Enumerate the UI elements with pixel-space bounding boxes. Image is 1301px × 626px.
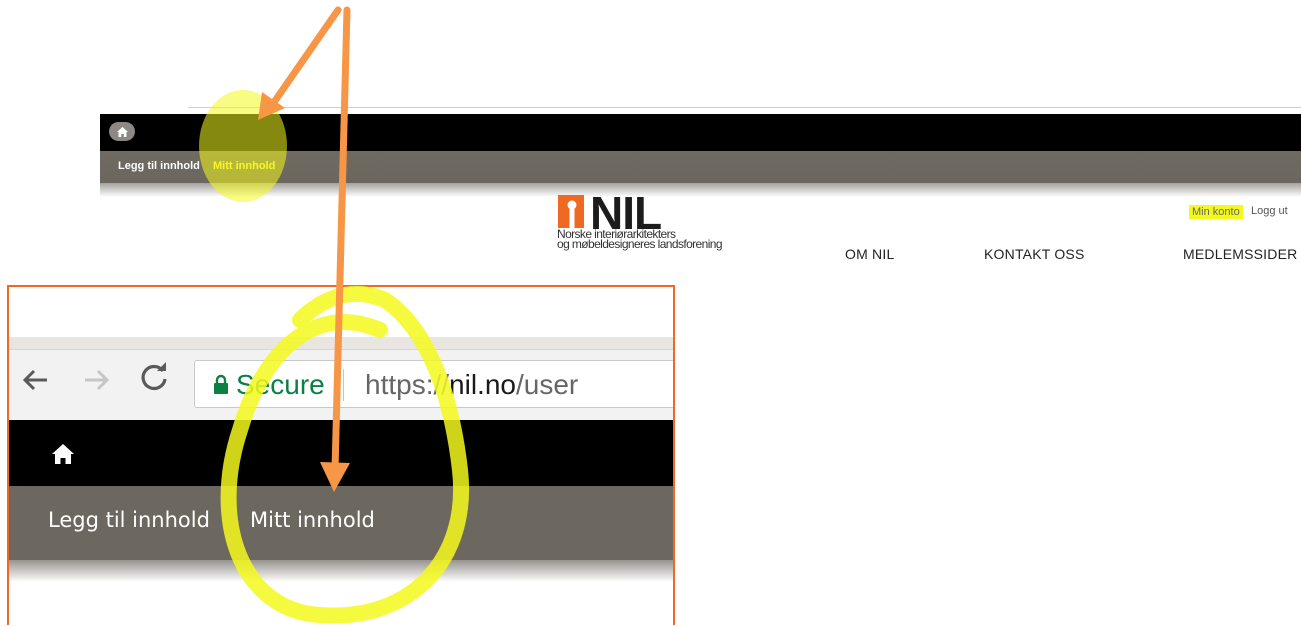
back-arrow-icon[interactable] bbox=[21, 366, 49, 400]
inset-toolbar: Legg til innhold Mitt innhold bbox=[9, 486, 673, 560]
inset-admin-bar bbox=[9, 420, 673, 486]
zoomed-inset: Secure https://nil.no/user Legg til innh… bbox=[7, 285, 675, 625]
forward-arrow-icon[interactable] bbox=[83, 366, 111, 400]
logo-subtitle: Norske interiørarkitekters og møbeldesig… bbox=[557, 228, 723, 251]
inset-toolbar-shadow bbox=[9, 560, 673, 582]
toolbar: Legg til innhold Mitt innhold bbox=[100, 151, 1301, 183]
address-input[interactable]: Secure https://nil.no/user bbox=[194, 360, 673, 408]
reload-icon[interactable] bbox=[139, 362, 169, 396]
nav-medlemssider[interactable]: MEDLEMSSIDER bbox=[1183, 246, 1297, 262]
url-divider bbox=[343, 369, 344, 401]
my-content-link[interactable]: Mitt innhold bbox=[213, 160, 275, 172]
browser-address-bar: Secure https://nil.no/user bbox=[9, 350, 673, 420]
url-text: https://nil.no/user bbox=[365, 369, 578, 401]
inset-add-content-link[interactable]: Legg til innhold bbox=[48, 508, 210, 532]
admin-bar bbox=[100, 114, 1301, 151]
inset-my-content-link[interactable]: Mitt innhold bbox=[250, 508, 375, 532]
nav-om-nil[interactable]: OM NIL bbox=[845, 246, 894, 262]
url-host: nil.no bbox=[449, 369, 516, 400]
logo-subtitle-line2: og møbeldesigneres landsforening bbox=[557, 237, 723, 251]
home-button[interactable] bbox=[109, 122, 135, 141]
logout-link[interactable]: Logg ut bbox=[1251, 205, 1288, 217]
arrow-to-small-toolbar bbox=[258, 6, 342, 120]
nav-kontakt-oss[interactable]: KONTAKT OSS bbox=[984, 246, 1084, 262]
home-icon bbox=[116, 126, 128, 137]
add-content-link[interactable]: Legg til innhold bbox=[118, 160, 200, 172]
main-screenshot: Legg til innhold Mitt innhold NIL Norske… bbox=[100, 107, 1301, 297]
secure-label: Secure bbox=[236, 369, 325, 400]
my-account-link[interactable]: Min konto bbox=[1189, 205, 1243, 219]
logo-mark bbox=[558, 195, 584, 228]
url-path: /user bbox=[515, 369, 579, 400]
browser-tab-strip bbox=[9, 337, 673, 350]
home-icon[interactable] bbox=[52, 444, 74, 464]
nil-logo[interactable]: NIL Norske interiørarkitekters og møbeld… bbox=[557, 187, 758, 255]
browser-edge-line bbox=[188, 107, 1301, 108]
url-scheme: https:// bbox=[365, 369, 450, 400]
lock-icon bbox=[214, 374, 228, 394]
